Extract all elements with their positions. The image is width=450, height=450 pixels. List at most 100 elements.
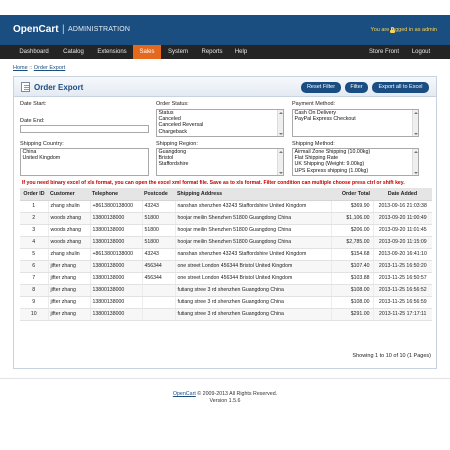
order-status-label: Order Status:: [156, 101, 189, 107]
footer-version: Version 1.5.6: [209, 398, 241, 404]
table-row[interactable]: 5 zhang shulin +8613800138000 43243 nanshan …: [20, 248, 432, 261]
shipping-country-select[interactable]: China United Kingdom: [20, 148, 149, 176]
cell-shipping-address: futiang stree 3 rd shenzhen Guangdong Ch…: [174, 308, 331, 321]
col-customer[interactable]: Customer: [48, 188, 90, 201]
cell-order-id: 7: [20, 272, 48, 285]
footer-copyright: © 2009-2013 All Rights Reserved.: [195, 391, 278, 397]
table-header-row: Order ID Customer Telephone Postcode Shi…: [20, 188, 432, 201]
list-item[interactable]: United Kingdom: [21, 155, 148, 161]
main-nav: Dashboard Catalog Extensions Sales Syste…: [0, 45, 450, 59]
shipping-region-select[interactable]: Guangdong Bristol Staffordshire: [156, 148, 284, 176]
cell-order-total: $291.00: [330, 308, 373, 321]
nav-catalog[interactable]: Catalog: [57, 45, 90, 59]
cell-order-total: $108.00: [330, 284, 373, 297]
nav-system[interactable]: System: [163, 45, 193, 59]
scroll-up-icon[interactable]: [279, 150, 283, 153]
cell-postcode: 51800: [141, 236, 175, 249]
scroll-up-icon[interactable]: [414, 111, 418, 114]
table-row[interactable]: 6 jifter zhang 13800138000 456344 one street…: [20, 260, 432, 273]
nav-sales[interactable]: Sales: [133, 45, 161, 59]
cell-customer: jifter zhang: [47, 296, 90, 309]
order-icon: [21, 82, 30, 92]
scroll-up-icon[interactable]: [414, 150, 418, 153]
table-row[interactable]: 9 jifter zhang 13800138000 futiang stree 3 …: [20, 296, 432, 309]
table-row[interactable]: 10 jifter zhang 13800138000 futiang stree 3…: [20, 308, 432, 321]
scroll-down-icon[interactable]: [279, 132, 283, 135]
table-row[interactable]: 7 jifter zhang 13800138000 456344 one street…: [20, 272, 432, 285]
nav-help[interactable]: Help: [230, 45, 252, 59]
table-row[interactable]: 3 woods zhang 13800138000 51800 hoojar meili…: [20, 224, 432, 237]
cell-order-total: $206.00: [330, 224, 373, 237]
payment-method-select[interactable]: Cash On Delivery PayPal Express Checkout: [292, 109, 419, 137]
reset-filter-button[interactable]: Reset Filter: [301, 82, 341, 93]
cell-postcode: [141, 296, 175, 309]
table-row[interactable]: 2 woods zhang 13800138000 51800 hoojar meili…: [20, 212, 432, 225]
nav-logout[interactable]: Logout: [406, 45, 436, 59]
nav-dashboard[interactable]: Dashboard: [13, 45, 55, 59]
cell-telephone: 13800138000: [89, 296, 142, 309]
nav-reports[interactable]: Reports: [196, 45, 228, 59]
cell-shipping-address: nanshan shenzhen 43243 Staffordshire Uni…: [174, 200, 331, 213]
list-item[interactable]: Chargeback: [157, 129, 283, 135]
list-item[interactable]: PayPal Express Checkout: [293, 116, 418, 122]
scrollbar[interactable]: [277, 149, 283, 175]
nav-extensions[interactable]: Extensions: [92, 45, 132, 59]
col-order-total[interactable]: Order Total: [331, 188, 373, 201]
filter-button[interactable]: Filter: [345, 82, 368, 93]
cell-postcode: 43243: [141, 200, 175, 213]
logged-in-text: You are logged in as admin: [370, 27, 437, 33]
cell-date-added: 2013-09-20 11:01:45: [372, 224, 432, 237]
scrollbar[interactable]: [412, 110, 418, 136]
cell-date-added: 2013-11-25 17:17:11: [372, 308, 432, 321]
table-row[interactable]: 8 jifter zhang 13800138000 futiang stree 3 …: [20, 284, 432, 297]
breadcrumb-current[interactable]: Order Export: [34, 65, 65, 71]
cell-order-id: 9: [20, 296, 48, 309]
scroll-up-icon[interactable]: [279, 111, 283, 114]
cell-order-total: $369.90: [330, 200, 373, 213]
list-item[interactable]: UPS Express shipping (1.00kg): [293, 168, 418, 174]
col-order-id[interactable]: Order ID: [20, 188, 48, 201]
scroll-down-icon[interactable]: [414, 132, 418, 135]
header: OpenCart | ADMINISTRATION You are logged…: [0, 15, 450, 45]
col-date-added[interactable]: Date Added: [373, 188, 432, 201]
scrollbar[interactable]: [412, 149, 418, 175]
footer-divider: [0, 378, 450, 379]
cell-postcode: [141, 284, 175, 297]
pagination-results: Showing 1 to 10 of 10 (1 Pages): [352, 353, 431, 359]
scrollbar[interactable]: [277, 110, 283, 136]
cell-order-id: 10: [20, 308, 48, 321]
cell-shipping-address: one street London 456344 Bristol United …: [174, 260, 331, 273]
cell-shipping-address: one street London 456344 Bristol United …: [174, 272, 331, 285]
list-item[interactable]: Staffordshire: [157, 161, 283, 167]
cell-order-id: 1: [20, 200, 48, 213]
cell-telephone: +8613800138000: [89, 248, 142, 261]
payment-method-label: Payment Method:: [292, 101, 336, 107]
shipping-method-select[interactable]: Airmail Zone Shipping (10.00kg) Flat Shi…: [292, 148, 419, 176]
cell-order-id: 8: [20, 284, 48, 297]
cell-order-id: 2: [20, 212, 48, 225]
logo[interactable]: OpenCart: [13, 24, 59, 35]
cell-customer: zhang shulin: [47, 248, 90, 261]
date-end-field[interactable]: [20, 125, 149, 133]
table-row[interactable]: 4 woods zhang 13800138000 51800 hoojar meili…: [20, 236, 432, 249]
col-telephone[interactable]: Telephone: [90, 188, 142, 201]
col-postcode[interactable]: Postcode: [142, 188, 175, 201]
col-shipping-address[interactable]: Shipping Address: [175, 188, 331, 201]
page-title: Order Export: [34, 83, 84, 92]
export-excel-button[interactable]: Export all to Excel: [372, 82, 429, 93]
breadcrumb-home[interactable]: Home: [13, 65, 28, 71]
cell-order-id: 3: [20, 224, 48, 237]
order-status-select[interactable]: Status Canceled Canceled Reversal Charge…: [156, 109, 284, 137]
cell-date-added: 2013-11-25 16:50:57: [372, 272, 432, 285]
cell-shipping-address: nanshan shenzhen 43243 Staffordshire Uni…: [174, 248, 331, 261]
footer-brand-link[interactable]: OpenCart: [173, 391, 196, 397]
cell-postcode: 456344: [141, 260, 175, 273]
cell-telephone: 13800138000: [89, 212, 142, 225]
table-row[interactable]: 1 zhang shulin +8613800138000 43243 nanshan …: [20, 200, 432, 213]
cell-telephone: 13800138000: [89, 236, 142, 249]
scroll-down-icon[interactable]: [414, 171, 418, 174]
cell-customer: woods zhang: [47, 224, 90, 237]
scroll-down-icon[interactable]: [279, 171, 283, 174]
nav-store-front[interactable]: Store Front: [366, 45, 402, 59]
cell-date-added: 2013-09-20 11:15:09: [372, 236, 432, 249]
